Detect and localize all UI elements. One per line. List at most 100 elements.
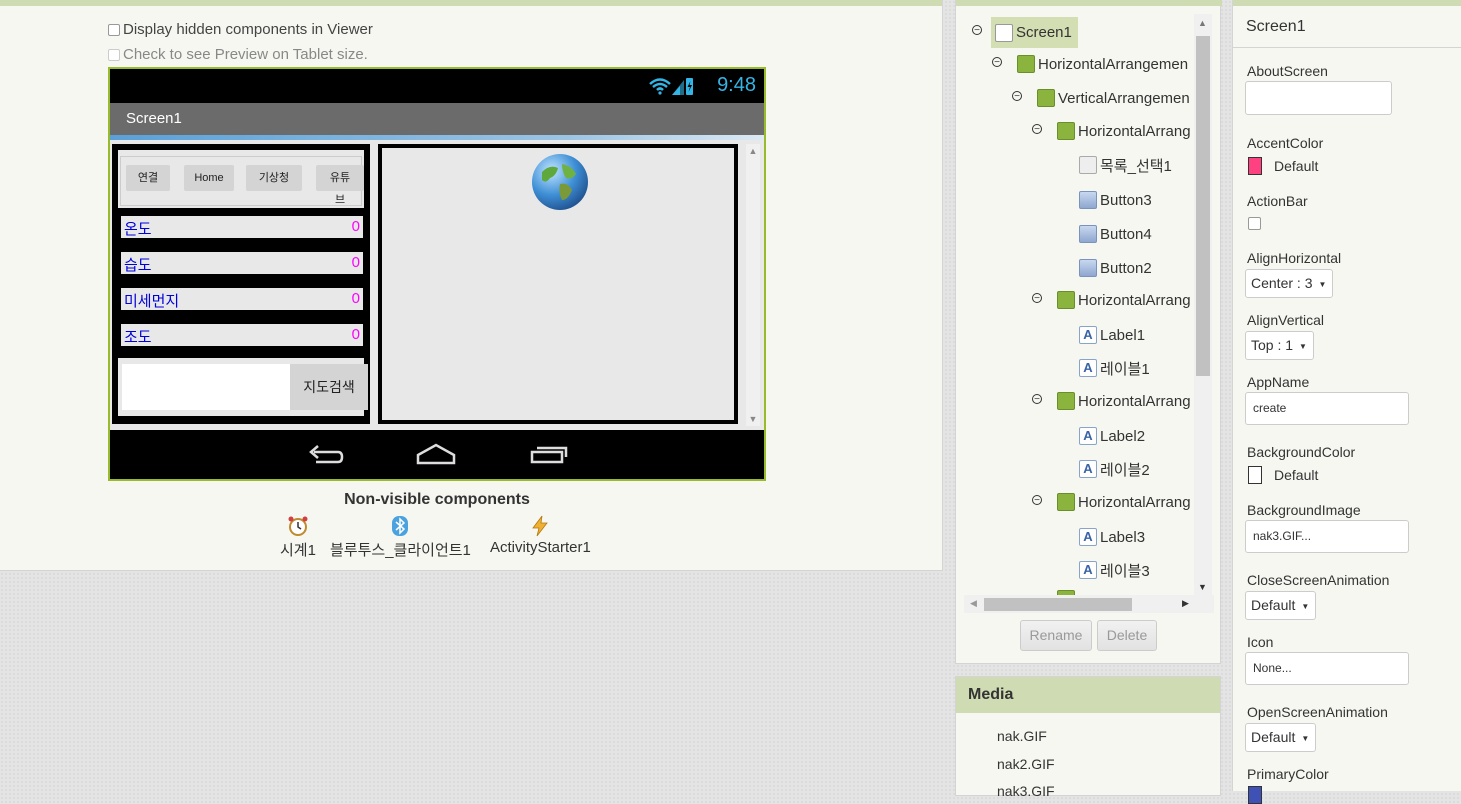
map-area (382, 148, 734, 420)
tree-node-button2[interactable]: Button2 (1079, 254, 1152, 282)
tree-node-label1[interactable]: A Label1 (1079, 321, 1145, 349)
display-hidden-row[interactable]: Display hidden components in Viewer (108, 21, 373, 38)
tree-node-label-kr3[interactable]: A 레이블3 (1079, 556, 1150, 584)
tree-node-label: 레이블2 (1100, 461, 1150, 479)
open-screen-animation-select[interactable]: Default ▼ (1245, 723, 1317, 752)
home-button[interactable]: Home (184, 165, 234, 191)
collapse-icon[interactable]: − (1032, 394, 1042, 405)
nonvisible-bluetooth[interactable]: 블루투스_클라이언트1 (330, 515, 471, 560)
action-bar-label: ActionBar (1247, 193, 1308, 209)
tree-node-horizontal-arrangement[interactable]: HorizontalArrang (1057, 286, 1191, 314)
tree-node-screen1[interactable]: Screen1 (991, 17, 1078, 48)
collapse-icon[interactable]: − (1012, 91, 1022, 102)
tree-node-button3[interactable]: Button3 (1079, 186, 1152, 214)
collapse-icon[interactable]: − (992, 57, 1002, 68)
scroll-up-icon[interactable]: ▲ (1198, 18, 1207, 28)
accent-color-value: Default (1274, 158, 1319, 174)
app-name-input[interactable]: create (1245, 392, 1409, 425)
tree-node-label2[interactable]: A Label2 (1079, 422, 1145, 450)
align-horizontal-value: Center : 3 (1251, 275, 1313, 291)
background-image-picker[interactable]: nak3.GIF... (1245, 520, 1409, 553)
label-icon: A (1079, 528, 1097, 546)
display-hidden-checkbox[interactable] (108, 23, 120, 36)
weather-button[interactable]: 기상청 (246, 165, 302, 191)
primary-color-swatch (1248, 786, 1262, 804)
horizontal-arrangement-icon (1057, 392, 1075, 410)
tablet-preview-checkbox[interactable] (108, 48, 120, 61)
wifi-signal-battery-icon (649, 78, 693, 95)
nonvisible-bluetooth-label: 블루투스_클라이언트1 (330, 542, 471, 559)
icon-label: Icon (1247, 634, 1274, 650)
about-screen-textarea[interactable] (1245, 81, 1392, 115)
scroll-right-icon[interactable]: ▶ (1182, 598, 1189, 609)
icon-picker[interactable]: None... (1245, 652, 1409, 685)
accent-color-picker[interactable]: Default (1248, 157, 1318, 175)
tree-node-label3[interactable]: A Label3 (1079, 523, 1145, 551)
tree-node-horizontal-arrangement[interactable]: HorizontalArrangemen (1017, 50, 1188, 78)
collapse-icon[interactable]: − (972, 25, 982, 36)
collapse-icon[interactable]: − (1032, 124, 1042, 135)
tree-node-label: HorizontalArrang (1078, 291, 1191, 309)
tree-node-label-kr1[interactable]: A 레이블1 (1079, 354, 1150, 382)
temperature-label: 온도 (124, 221, 152, 238)
list-picker-icon (1079, 156, 1097, 174)
align-vertical-value: Top : 1 (1251, 337, 1294, 353)
delete-button[interactable]: Delete (1097, 620, 1157, 651)
components-top-bar (956, 0, 1222, 6)
tree-node-label: Button2 (1100, 259, 1152, 277)
map-search-input[interactable] (122, 364, 290, 410)
youtube-button-line2: 브 (335, 194, 346, 206)
tree-node-label-kr2[interactable]: A 레이블2 (1079, 455, 1150, 483)
viewer-top-bar (0, 0, 942, 6)
accent-color-label: AccentColor (1247, 135, 1324, 151)
tree-node-horizontal-arrangement[interactable]: HorizontalArrang (1057, 488, 1191, 516)
tree-node-label: Label1 (1100, 326, 1146, 344)
dust-label: 미세먼지 (124, 293, 180, 310)
viewer-panel: Display hidden components in Viewer Chec… (0, 0, 943, 571)
tablet-preview-row[interactable]: Check to see Preview on Tablet size. (108, 46, 368, 63)
rename-button[interactable]: Rename (1020, 620, 1092, 651)
align-vertical-select[interactable]: Top : 1 ▼ (1245, 331, 1314, 360)
back-icon[interactable] (306, 442, 346, 466)
collapse-icon[interactable]: − (1032, 495, 1042, 506)
nonvisible-clock[interactable]: 시계1 (280, 515, 316, 560)
align-horizontal-select[interactable]: Center : 3 ▼ (1245, 269, 1334, 298)
temperature-value: 0 (351, 218, 360, 235)
open-screen-animation-label: OpenScreenAnimation (1247, 704, 1388, 720)
android-nav-bar (110, 430, 764, 479)
scroll-down-icon[interactable]: ▼ (746, 414, 760, 424)
primary-color-picker[interactable] (1248, 786, 1274, 804)
component-tree: − Screen1 − HorizontalArrangemen − Verti… (964, 14, 1202, 596)
background-color-picker[interactable]: Default (1248, 466, 1318, 484)
tree-node-horizontal-arrangement[interactable]: HorizontalArrang (1057, 117, 1191, 145)
tree-vertical-scrollbar[interactable]: ▲ ▼ (1194, 14, 1212, 596)
background-color-swatch (1248, 466, 1262, 484)
media-file[interactable]: nak.GIF (997, 728, 1047, 744)
tree-node-vertical-arrangement[interactable]: VerticalArrangemen (1037, 84, 1190, 112)
collapse-icon[interactable]: − (1032, 293, 1042, 304)
vertical-arrangement: 연결 Home 기상청 유튜 브 온도 0 습도 0 미세먼지 0 조도 0 지… (112, 144, 370, 424)
tree-node-horizontal-arrangement[interactable]: HorizontalArrang (1057, 387, 1191, 415)
screen-scrollbar[interactable]: ▲ ▼ (746, 144, 760, 426)
illuminance-row: 조도 0 (119, 322, 365, 348)
connect-button[interactable]: 연결 (126, 165, 170, 191)
home-icon[interactable] (416, 442, 456, 466)
scroll-left-icon[interactable]: ◀ (970, 598, 977, 609)
humidity-value: 0 (351, 254, 360, 271)
scroll-down-icon[interactable]: ▼ (1198, 582, 1207, 592)
media-file[interactable]: nak2.GIF (997, 756, 1055, 772)
tree-scroll-thumb[interactable] (1196, 36, 1210, 376)
media-panel: Media nak.GIF nak2.GIF nak3.GIF (955, 676, 1221, 799)
tree-horizontal-scrollbar[interactable]: ◀ ▶ (964, 595, 1214, 613)
action-bar-checkbox[interactable] (1248, 217, 1261, 230)
tree-node-button4[interactable]: Button4 (1079, 220, 1152, 248)
tree-node-list-picker[interactable]: 목록_선택1 (1079, 151, 1172, 179)
scroll-up-icon[interactable]: ▲ (746, 146, 760, 156)
nonvisible-activitystarter[interactable]: ActivityStarter1 (490, 515, 591, 556)
tree-hscroll-thumb[interactable] (984, 598, 1132, 611)
recent-apps-icon[interactable] (528, 442, 568, 466)
youtube-button[interactable]: 유튜 (316, 165, 364, 191)
close-screen-animation-select[interactable]: Default ▼ (1245, 591, 1317, 620)
media-file[interactable]: nak3.GIF (997, 783, 1055, 799)
map-search-button[interactable]: 지도검색 (290, 364, 368, 410)
